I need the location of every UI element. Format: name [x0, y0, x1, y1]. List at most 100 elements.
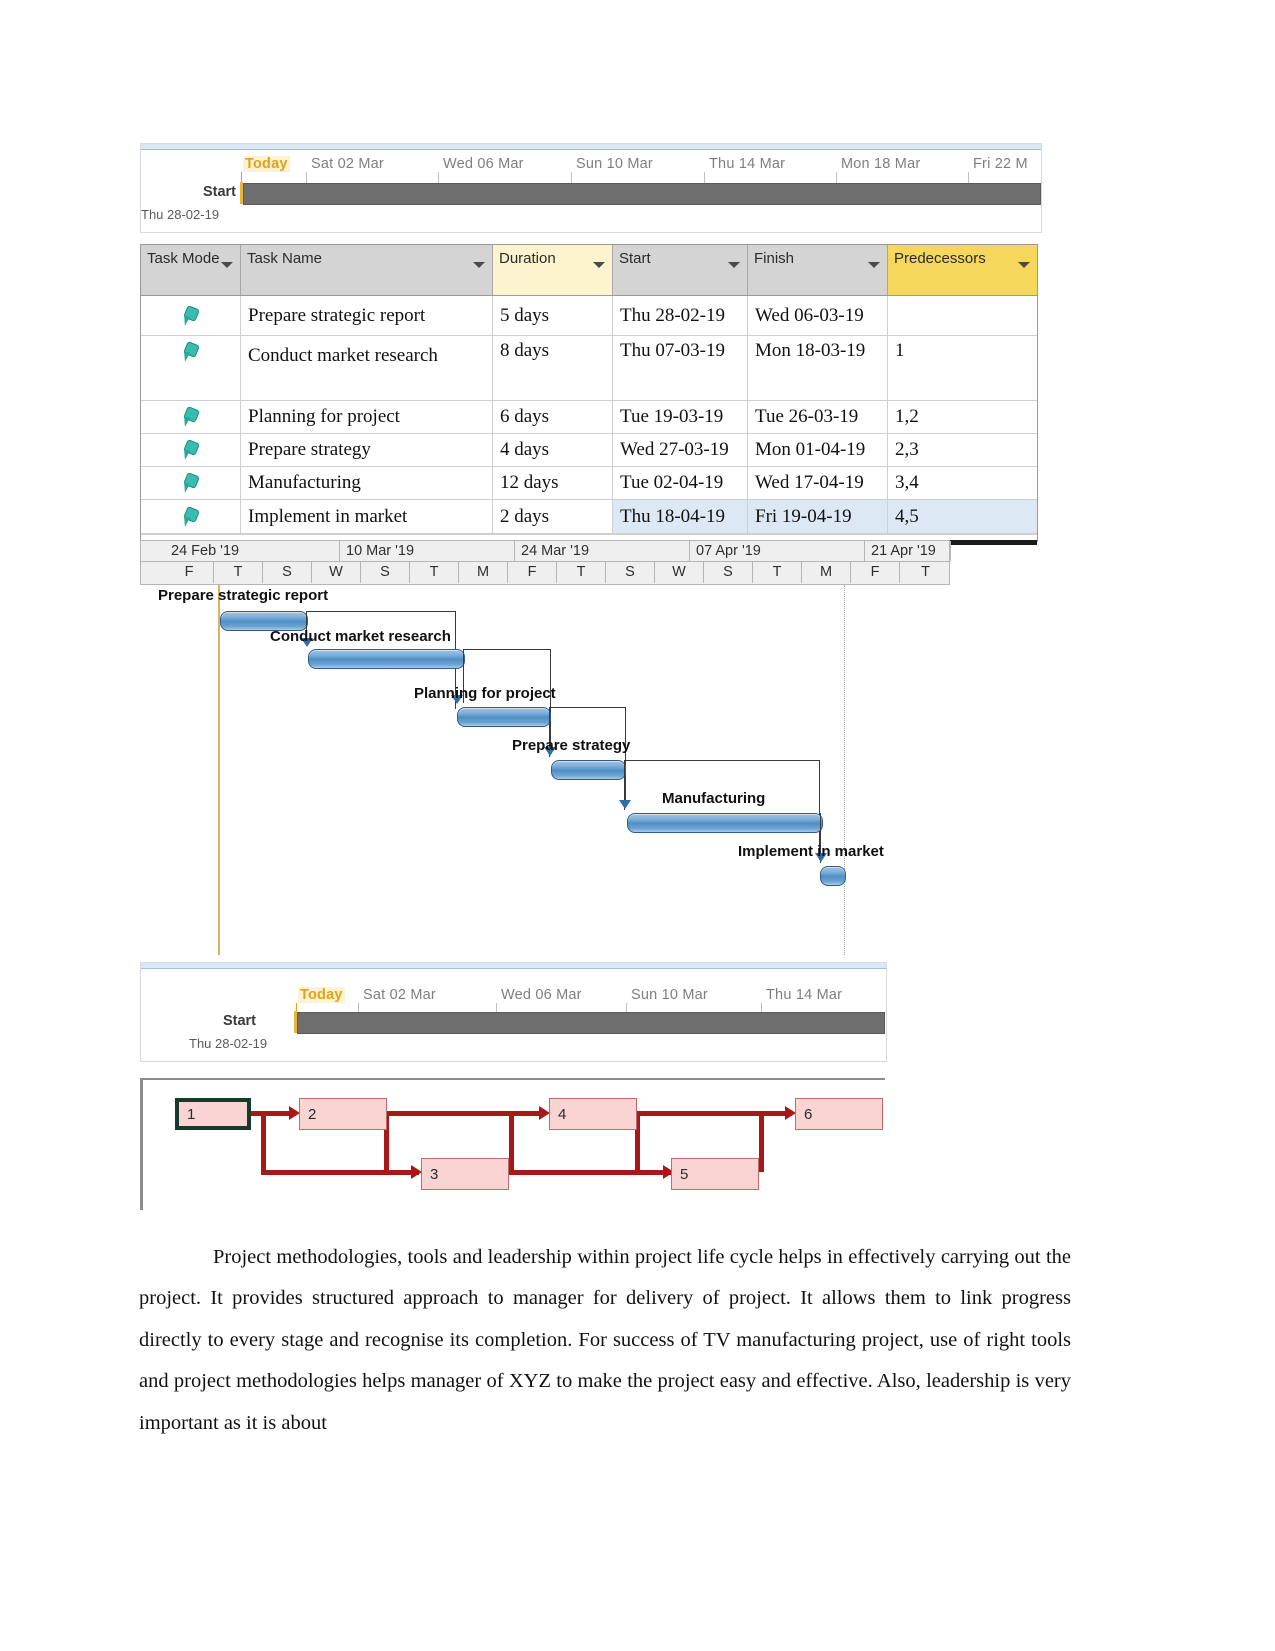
gantt-day-15: T	[921, 564, 930, 580]
chevron-down-icon-finish[interactable]	[868, 262, 880, 268]
table-row[interactable]: Planning for project 6 days Tue 19-03-19…	[141, 401, 1037, 434]
start-cell[interactable]: Tue 02-04-19	[613, 467, 748, 499]
column-header-start[interactable]: Start	[613, 245, 748, 295]
timeline-bottom-progress-bar	[297, 1012, 885, 1034]
chevron-down-icon-task-name[interactable]	[473, 262, 485, 268]
network-node-1[interactable]: 1	[175, 1098, 251, 1130]
start-cell[interactable]: Thu 28-02-19	[613, 296, 748, 335]
timeline-bottom: Today Sat 02 Mar Wed 06 Mar Sun 10 Mar T…	[140, 962, 887, 1062]
gantt-link-2-2	[549, 707, 626, 709]
network-node-3[interactable]: 3	[421, 1158, 509, 1190]
timeline-top-date-row: Today Sat 02 Mar Wed 06 Mar Sun 10 Mar T…	[141, 156, 1041, 178]
duration-cell[interactable]: 4 days	[493, 434, 613, 466]
finish-cell[interactable]: Wed 17-04-19	[748, 467, 888, 499]
duration-cell[interactable]: 6 days	[493, 401, 613, 433]
finish-cell[interactable]: Mon 18-03-19	[748, 336, 888, 400]
network-drop-1	[261, 1114, 266, 1172]
task-name-cell[interactable]: Conduct market research	[241, 336, 493, 400]
column-header-task-mode-label: Task Mode	[147, 250, 220, 267]
duration-cell[interactable]: 12 days	[493, 467, 613, 499]
timeline-bottom-accentbar	[141, 963, 886, 969]
chevron-down-icon-predecessors[interactable]	[1018, 262, 1030, 268]
predecessors-cell[interactable]: 1	[888, 336, 1037, 400]
table-row[interactable]: Conduct market research 8 days Thu 07-03…	[141, 336, 1037, 401]
gantt-bar-3[interactable]	[551, 760, 626, 780]
task-table[interactable]: Task Mode Task Name Duration Start Finis…	[140, 244, 1038, 545]
table-row[interactable]: Prepare strategic report 5 days Thu 28-0…	[141, 296, 1037, 336]
table-row[interactable]: Implement in market 2 days Thu 18-04-19 …	[141, 500, 1037, 534]
predecessors-cell[interactable]: 4,5	[888, 500, 1037, 533]
gantt-bar-5[interactable]	[820, 866, 846, 886]
duration-cell[interactable]: 5 days	[493, 296, 613, 335]
start-cell[interactable]: Wed 27-03-19	[613, 434, 748, 466]
task-name-cell[interactable]: Implement in market	[241, 500, 493, 533]
timeline-bottom-date-0: Sat 02 Mar	[363, 987, 436, 1003]
gantt-day-1: T	[214, 562, 263, 583]
predecessors-cell[interactable]: 3,4	[888, 467, 1037, 499]
timeline-top-accentbar	[141, 144, 1041, 150]
task-name-cell[interactable]: Manufacturing	[241, 467, 493, 499]
finish-cell[interactable]: Wed 06-03-19	[748, 296, 888, 335]
chevron-down-icon-start[interactable]	[728, 262, 740, 268]
chevron-down-icon-duration[interactable]	[593, 262, 605, 268]
column-header-finish[interactable]: Finish	[748, 245, 888, 295]
task-name-cell[interactable]: Prepare strategic report	[241, 296, 493, 335]
task-mode-cell[interactable]	[141, 467, 241, 499]
task-mode-cell[interactable]	[141, 434, 241, 466]
gantt-today-line	[218, 585, 220, 955]
column-header-task-name[interactable]: Task Name	[241, 245, 493, 295]
column-header-duration[interactable]: Duration	[493, 245, 613, 295]
gantt-link-0-2	[306, 611, 456, 613]
network-node-6[interactable]: 6	[795, 1098, 883, 1130]
predecessors-cell[interactable]: 1,2	[888, 401, 1037, 433]
start-cell[interactable]: Tue 19-03-19	[613, 401, 748, 433]
gantt-bar-1[interactable]	[308, 649, 465, 669]
task-mode-cell[interactable]	[141, 336, 241, 400]
duration-cell[interactable]: 8 days	[493, 336, 613, 400]
gantt-day-4: S	[361, 562, 410, 583]
gantt-week-0: 24 Feb '19	[165, 541, 340, 561]
task-mode-cell[interactable]	[141, 296, 241, 335]
network-node-5[interactable]: 5	[671, 1158, 759, 1190]
duration-cell[interactable]: 2 days	[493, 500, 613, 533]
timeline-top-date-4: Mon 18 Mar	[841, 156, 921, 172]
network-edge-2-4	[387, 1111, 545, 1116]
network-diagram[interactable]: 1 2 3 4 5 6	[140, 1078, 885, 1210]
table-row[interactable]: Prepare strategy 4 days Wed 27-03-19 Mon…	[141, 434, 1037, 467]
task-name-cell[interactable]: Prepare strategy	[241, 434, 493, 466]
start-cell[interactable]: Thu 07-03-19	[613, 336, 748, 400]
gantt-day-0: F	[165, 562, 214, 583]
predecessors-cell[interactable]	[888, 296, 1037, 335]
network-node-4[interactable]: 4	[549, 1098, 637, 1130]
timeline-bottom-date-2: Sun 10 Mar	[631, 987, 708, 1003]
gantt-day-11: S	[704, 562, 753, 583]
gantt-bar-2[interactable]	[457, 707, 551, 727]
gantt-status-line	[844, 585, 845, 955]
network-edge-3-5	[509, 1170, 671, 1175]
task-name-cell[interactable]: Planning for project	[241, 401, 493, 433]
column-header-predecessors[interactable]: Predecessors	[888, 245, 1037, 295]
predecessors-cell[interactable]: 2,3	[888, 434, 1037, 466]
finish-cell[interactable]: Mon 01-04-19	[748, 434, 888, 466]
gantt-week-1: 10 Mar '19	[340, 541, 515, 561]
timeline-bottom-date-row: Today Sat 02 Mar Wed 06 Mar Sun 10 Mar T…	[141, 987, 886, 1009]
pin-icon	[181, 439, 201, 461]
gantt-bar-4[interactable]	[627, 813, 823, 833]
column-header-start-label: Start	[619, 250, 651, 267]
gantt-day-header: F T S W S T M F T S W S T M F T	[140, 562, 950, 585]
table-row[interactable]: Manufacturing 12 days Tue 02-04-19 Wed 1…	[141, 467, 1037, 500]
network-node-2[interactable]: 2	[299, 1098, 387, 1130]
task-table-header-row: Task Mode Task Name Duration Start Finis…	[141, 245, 1037, 296]
gantt-bar-label-1: Conduct market research	[270, 628, 451, 645]
gantt-chart[interactable]: 24 Feb '19 10 Mar '19 24 Mar '19 07 Apr …	[140, 540, 951, 955]
task-mode-cell[interactable]	[141, 401, 241, 433]
gantt-plot-area[interactable]: Prepare strategic report Conduct market …	[140, 585, 950, 955]
finish-cell[interactable]: Fri 19-04-19	[748, 500, 888, 533]
start-cell[interactable]: Thu 18-04-19	[613, 500, 748, 533]
finish-cell[interactable]: Tue 26-03-19	[748, 401, 888, 433]
chevron-down-icon-task-mode[interactable]	[221, 262, 233, 268]
column-header-task-mode[interactable]: Task Mode	[141, 245, 241, 295]
gantt-day-14: F	[851, 562, 900, 583]
gantt-bar-label-2: Planning for project	[414, 685, 556, 702]
task-mode-cell[interactable]	[141, 500, 241, 533]
